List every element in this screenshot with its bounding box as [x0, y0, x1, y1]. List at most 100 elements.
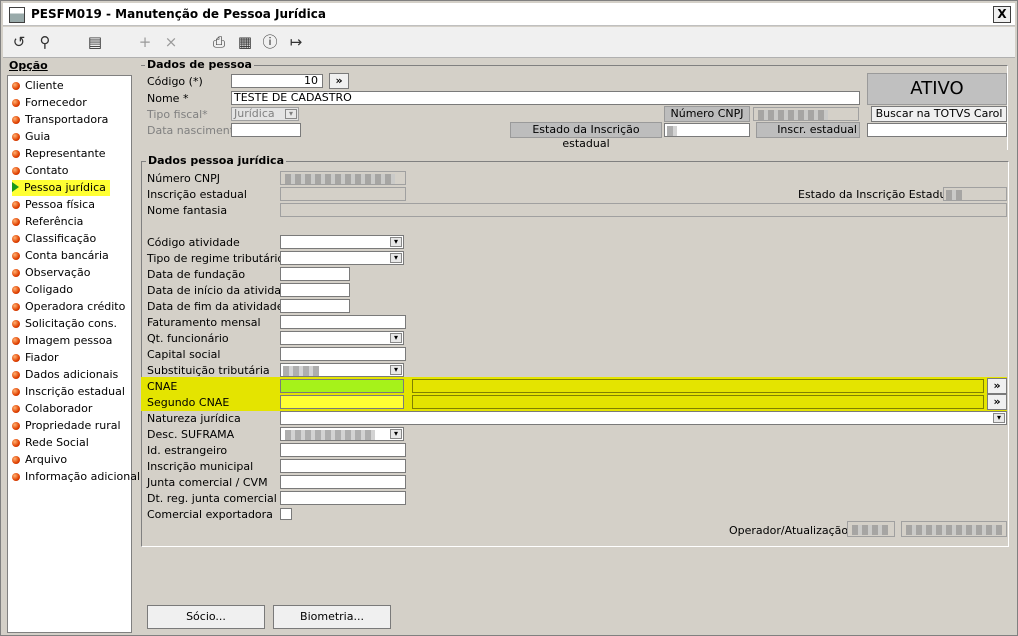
- inscr-estadual-input-top[interactable]: [867, 123, 1007, 137]
- sidebar-item-referencia[interactable]: Referência: [12, 214, 83, 230]
- sidebar-item-arquivo[interactable]: Arquivo: [12, 452, 67, 468]
- biometria-button[interactable]: Biometria...: [273, 605, 391, 629]
- inscr-estadual-label-top: Inscr. estadual: [756, 122, 860, 138]
- sidebar-item-pessoa-fisica[interactable]: Pessoa física: [12, 197, 95, 213]
- data-fundacao-input[interactable]: [280, 267, 350, 281]
- sidebar-item-classificacao[interactable]: Classificação: [12, 231, 96, 247]
- chevron-down-icon: ▾: [390, 237, 402, 247]
- numero-cnpj-label: Número CNPJ: [147, 172, 220, 185]
- sidebar-item-solicitacao-cons[interactable]: Solicitação cons.: [12, 316, 117, 332]
- chevron-down-icon: ▾: [993, 413, 1005, 423]
- data-inicio-input[interactable]: [280, 283, 350, 297]
- undo-icon[interactable]: ↺: [9, 32, 29, 52]
- sidebar-item-observacao[interactable]: Observação: [12, 265, 90, 281]
- buscar-totvs-button[interactable]: Buscar na TOTVS Carol: [871, 106, 1007, 122]
- bullet-icon: [12, 269, 20, 277]
- sidebar-item-label: Informação adicional: [25, 470, 141, 483]
- sidebar-item-transportadora[interactable]: Transportadora: [12, 112, 108, 128]
- search-icon[interactable]: ⚲: [35, 32, 55, 52]
- sidebar-item-label: Transportadora: [25, 113, 109, 126]
- dados-pessoa-title: Dados de pessoa: [145, 58, 254, 71]
- sidebar-item-informacao-adicional[interactable]: Informação adicional: [12, 469, 140, 485]
- substituicao-select[interactable]: ▾: [280, 363, 404, 377]
- delete-icon[interactable]: ×: [161, 32, 181, 52]
- sidebar-item-fornecedor[interactable]: Fornecedor: [12, 95, 87, 111]
- data-nascimento-label: Data nascimento: [147, 124, 241, 137]
- operador-label: Operador/Atualização: [729, 524, 849, 537]
- qt-funcionario-select[interactable]: ▾: [280, 331, 404, 345]
- natureza-select[interactable]: ▾: [280, 411, 1007, 425]
- print-icon[interactable]: ⎙: [209, 32, 229, 52]
- codigo-atividade-label: Código atividade: [147, 236, 240, 249]
- dt-junta-input[interactable]: [280, 491, 406, 505]
- sidebar-item-conta-bancaria[interactable]: Conta bancária: [12, 248, 109, 264]
- bullet-icon: [12, 116, 20, 124]
- sidebar-item-inscricao-estadual[interactable]: Inscrição estadual: [12, 384, 125, 400]
- sidebar-item-cliente[interactable]: Cliente: [12, 78, 64, 94]
- sidebar-item-coligado[interactable]: Coligado: [12, 282, 73, 298]
- help-icon[interactable]: ⓘ: [260, 32, 280, 52]
- sidebar-item-guia[interactable]: Guia: [12, 129, 50, 145]
- cnae-lookup-button[interactable]: »: [987, 378, 1007, 394]
- tipo-regime-select[interactable]: ▾: [280, 251, 404, 265]
- sidebar-item-contato[interactable]: Contato: [12, 163, 68, 179]
- sidebar-item-label: Arquivo: [25, 453, 68, 466]
- sidebar-item-operadora-credito[interactable]: Operadora crédito: [12, 299, 125, 315]
- segundo-cnae-input[interactable]: [280, 395, 404, 409]
- faturamento-input[interactable]: [280, 315, 406, 329]
- codigo-input[interactable]: 10: [231, 74, 323, 88]
- bullet-icon: [12, 388, 20, 396]
- comercial-exportadora-checkbox[interactable]: [280, 508, 292, 520]
- add-icon[interactable]: +: [135, 32, 155, 52]
- nome-fantasia-value: [280, 203, 1007, 217]
- sidebar-item-label: Referência: [25, 215, 84, 228]
- inscricao-estadual-label: Inscrição estadual: [147, 188, 247, 201]
- sidebar-item-colaborador[interactable]: Colaborador: [12, 401, 92, 417]
- capital-social-label: Capital social: [147, 348, 221, 361]
- suframa-label: Desc. SUFRAMA: [147, 428, 235, 441]
- qt-funcionario-label: Qt. funcionário: [147, 332, 229, 345]
- sidebar-item-label: Rede Social: [25, 436, 89, 449]
- bullet-icon: [12, 252, 20, 260]
- sidebar-item-rede-social[interactable]: Rede Social: [12, 435, 89, 451]
- bullet-icon: [12, 167, 20, 175]
- inscricao-municipal-input[interactable]: [280, 459, 406, 473]
- calendar-icon[interactable]: ▦: [235, 32, 255, 52]
- exit-icon[interactable]: ↦: [286, 32, 306, 52]
- nome-input[interactable]: TESTE DE CADASTRO: [231, 91, 860, 105]
- tipo-fiscal-select[interactable]: Jurídica ▾: [231, 107, 299, 121]
- sidebar-title: Opção: [9, 59, 48, 72]
- tipo-regime-label: Tipo de regime tributário: [147, 252, 285, 265]
- sidebar-item-label: Propriedade rural: [25, 419, 121, 432]
- cnae-input[interactable]: [280, 379, 404, 393]
- id-estrangeiro-label: Id. estrangeiro: [147, 444, 228, 457]
- data-fim-input[interactable]: [280, 299, 350, 313]
- dt-junta-label: Dt. reg. junta comercial: [147, 492, 277, 505]
- close-button[interactable]: X: [993, 6, 1011, 23]
- segundo-cnae-lookup-button[interactable]: »: [987, 394, 1007, 410]
- sidebar-item-pessoa-juridica[interactable]: Pessoa jurídica: [12, 180, 110, 196]
- suframa-select[interactable]: ▾: [280, 427, 404, 441]
- id-estrangeiro-input[interactable]: [280, 443, 406, 457]
- save-icon[interactable]: ▤: [85, 32, 105, 52]
- sidebar-item-propriedade-rural[interactable]: Propriedade rural: [12, 418, 121, 434]
- socio-button[interactable]: Sócio...: [147, 605, 265, 629]
- sidebar-item-label: Inscrição estadual: [25, 385, 125, 398]
- estado-ie-input-top[interactable]: [664, 123, 750, 137]
- sidebar-item-fiador[interactable]: Fiador: [12, 350, 59, 366]
- estado-ie-label-top: Estado da Inscrição estadual: [510, 122, 662, 150]
- bullet-icon: [12, 286, 20, 294]
- codigo-lookup-button[interactable]: »: [329, 73, 349, 89]
- capital-social-input[interactable]: [280, 347, 406, 361]
- data-nascimento-input[interactable]: [231, 123, 301, 137]
- chevron-down-icon: ▾: [285, 109, 297, 119]
- codigo-label: Código (*): [147, 75, 203, 88]
- estado-ie-label: Estado da Inscrição Estadual: [798, 188, 957, 201]
- junta-input[interactable]: [280, 475, 406, 489]
- sidebar-item-imagem-pessoa[interactable]: Imagem pessoa: [12, 333, 112, 349]
- sidebar: Cliente Fornecedor Transportadora Guia Repre…: [7, 75, 140, 633]
- sidebar-item-representante[interactable]: Representante: [12, 146, 106, 162]
- sidebar-item-dados-adicionais[interactable]: Dados adicionais: [12, 367, 118, 383]
- codigo-atividade-select[interactable]: ▾: [280, 235, 404, 249]
- status-badge: ATIVO: [867, 73, 1007, 105]
